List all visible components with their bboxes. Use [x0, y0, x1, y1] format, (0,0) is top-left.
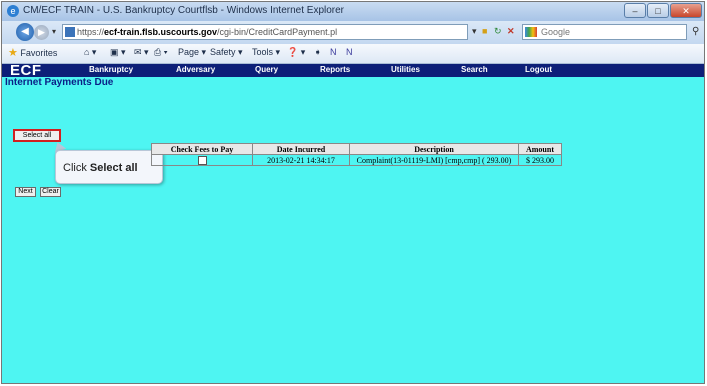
check-cell	[151, 154, 253, 166]
url-host: ecf-train.flsb.uscourts.gov	[104, 27, 218, 37]
callout-prefix: Click	[63, 162, 90, 174]
print-icon[interactable]: ⎙ ▾	[154, 47, 167, 58]
clear-button[interactable]: Clear	[40, 187, 61, 197]
command-bar: ★ Favorites ⌂ ▾ ▣ ▾ ✉ ▾ ⎙ ▾ Page ▾ Safet…	[2, 44, 704, 64]
ecf-menu-bar: ECF Bankruptcy Adversary Query Reports U…	[2, 62, 704, 79]
back-button[interactable]: ◀	[16, 23, 34, 41]
search-icon[interactable]: ⚲	[692, 26, 699, 37]
table-row: 2013-02-21 14:34:17 Complaint(13-01119-L…	[151, 154, 562, 166]
url-path: /cgi-bin/CreditCardPayment.pl	[217, 27, 338, 37]
refresh-icon[interactable]: ↻	[494, 26, 502, 37]
column-header: Description	[349, 143, 519, 155]
onenote-linked-icon[interactable]: N	[346, 47, 353, 57]
favorites-button[interactable]: ★ Favorites	[8, 46, 57, 59]
maximize-button[interactable]: □	[647, 3, 669, 18]
safety-menu[interactable]: Safety ▾	[210, 47, 243, 58]
menu-query[interactable]: Query	[255, 65, 278, 74]
ie-logo-icon: e	[7, 5, 19, 17]
address-input[interactable]: https://ecf-train.flsb.uscourts.gov/cgi-…	[62, 24, 468, 40]
select-all-button[interactable]: Select all	[13, 129, 61, 142]
menu-reports[interactable]: Reports	[320, 65, 350, 74]
callout-emphasis: Select all	[89, 162, 138, 174]
fees-table: Check Fees to Pay Date Incurred Descript…	[151, 143, 562, 166]
date-cell: 2013-02-21 14:34:17	[252, 154, 350, 166]
table-header-row: Check Fees to Pay Date Incurred Descript…	[151, 143, 562, 155]
close-button[interactable]: ✕	[670, 3, 702, 18]
favorites-label: Favorites	[20, 48, 58, 58]
star-icon: ★	[8, 47, 18, 59]
title-bar: e CM/ECF TRAIN - U.S. Bankruptcy Courtfl…	[2, 2, 704, 21]
help-icon[interactable]: ❓ ▾	[287, 47, 305, 58]
window-title: CM/ECF TRAIN - U.S. Bankruptcy Courtflsb…	[23, 5, 345, 16]
select-all-label: Select all	[22, 132, 52, 139]
history-dropdown-icon[interactable]: ▾	[52, 27, 56, 36]
home-icon[interactable]: ⌂ ▾	[84, 47, 96, 58]
menu-logout[interactable]: Logout	[525, 65, 552, 74]
window-controls: – □ ✕	[623, 3, 702, 18]
url-prefix: https://	[77, 27, 105, 37]
menu-bankruptcy[interactable]: Bankruptcy	[89, 65, 133, 74]
column-header: Date Incurred	[252, 143, 350, 155]
stop-icon[interactable]: ✕	[507, 26, 515, 37]
site-favicon-icon	[65, 27, 75, 37]
mail-icon[interactable]: ✉ ▾	[134, 47, 149, 58]
next-button[interactable]: Next	[15, 187, 36, 197]
description-cell: Complaint(13-01119-LMI) [cmp,cmp] ( 293.…	[349, 154, 519, 166]
feeds-icon[interactable]: ▣ ▾	[110, 47, 126, 58]
fee-checkbox[interactable]	[197, 155, 207, 165]
tools-menu[interactable]: Tools ▾	[252, 47, 280, 58]
onenote-icon[interactable]: N	[330, 47, 337, 57]
address-row: ◀ ▶ ▾ https://ecf-train.flsb.uscourts.go…	[2, 21, 704, 44]
menu-utilities[interactable]: Utilities	[391, 65, 420, 74]
address-dropdown-icon[interactable]: ▾	[472, 26, 477, 37]
lock-icon[interactable]: ■	[482, 26, 487, 36]
minimize-button[interactable]: –	[624, 3, 646, 18]
instruction-callout: Click Select all	[55, 150, 163, 184]
menu-adversary[interactable]: Adversary	[176, 65, 215, 74]
page-menu[interactable]: Page ▾	[178, 47, 206, 58]
search-placeholder: Google	[541, 27, 571, 37]
menu-search[interactable]: Search	[461, 65, 488, 74]
column-header: Amount	[518, 143, 562, 155]
browser-window: e CM/ECF TRAIN - U.S. Bankruptcy Courtfl…	[1, 1, 705, 384]
page-content: Internet Payments Due Select all Click S…	[2, 77, 704, 383]
search-input[interactable]: Google	[522, 24, 687, 40]
amount-cell: $ 293.00	[518, 154, 562, 166]
column-header: Check Fees to Pay	[151, 143, 253, 155]
forward-button[interactable]: ▶	[34, 25, 49, 40]
google-logo-icon	[525, 27, 537, 37]
page-title: Internet Payments Due	[5, 77, 114, 88]
research-icon[interactable]: ➧	[314, 47, 322, 58]
